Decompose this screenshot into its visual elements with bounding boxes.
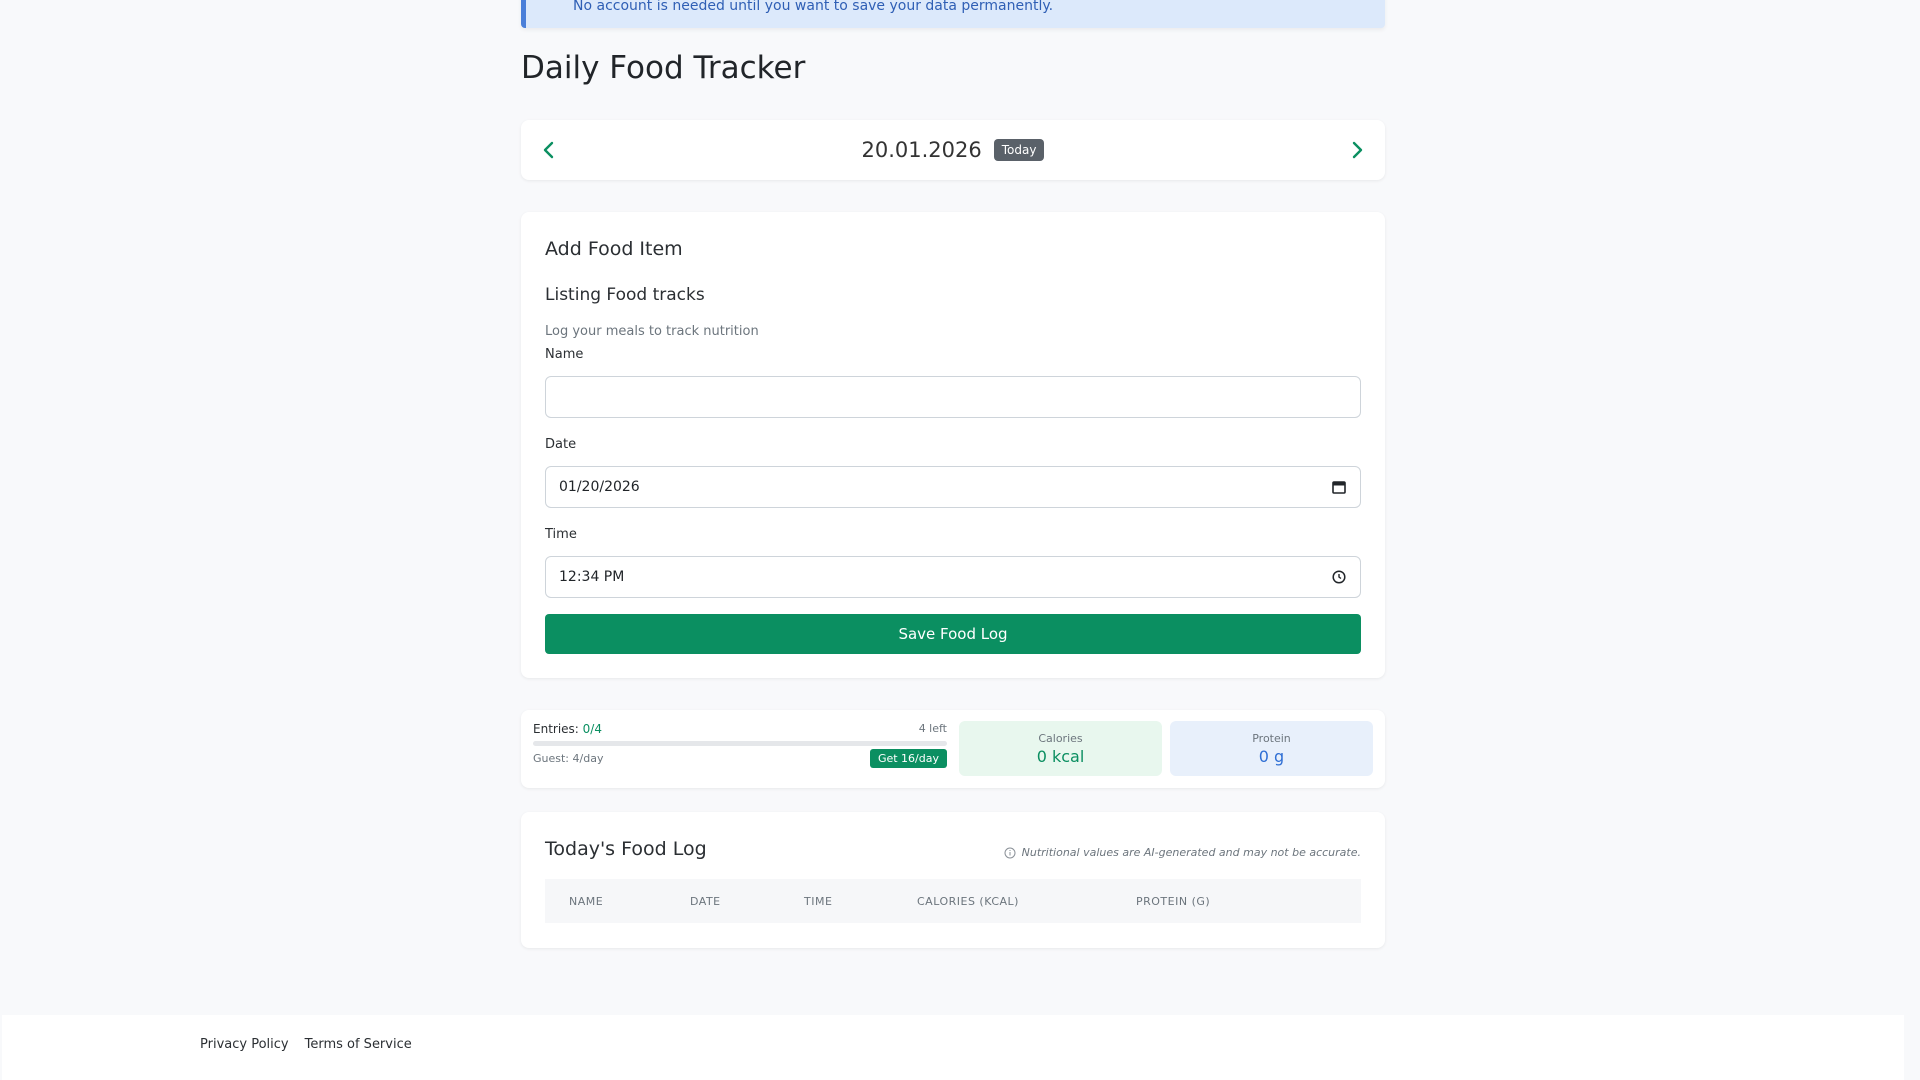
alert-text: No account is needed until you want to s… xyxy=(573,0,1054,14)
date-input[interactable]: 01/20/2026 xyxy=(545,466,1361,508)
protein-summary: Protein 0 g xyxy=(1170,721,1373,776)
date-label: Date xyxy=(545,437,577,452)
date-display: 20.01.2026 Today xyxy=(521,120,1385,180)
privacy-policy-link[interactable]: Privacy Policy xyxy=(200,1037,289,1052)
upgrade-button[interactable]: Get 16/day xyxy=(869,749,947,768)
daily-stats: Entries: 0/4 4 left Guest: 4/day Get 16/… xyxy=(521,710,1385,788)
column-header-protein[interactable]: PROTEIN (G) xyxy=(1136,895,1210,908)
clock-icon[interactable] xyxy=(1331,569,1347,585)
terms-of-service-link[interactable]: Terms of Service xyxy=(305,1037,412,1052)
save-food-log-button[interactable]: Save Food Log xyxy=(545,614,1361,654)
calories-label: Calories xyxy=(1038,731,1083,745)
food-log: Today's Food Log Nutritional values are … xyxy=(521,812,1385,948)
page-title: Daily Food Tracker xyxy=(521,50,806,86)
column-header-calories[interactable]: CALORIES (KCAL) xyxy=(917,895,1019,908)
protein-value: 0 g xyxy=(1258,746,1285,766)
entries-usage: Entries: 0/4 4 left Guest: 4/day Get 16/… xyxy=(533,722,947,768)
calendar-icon[interactable] xyxy=(1331,479,1347,495)
add-food-form: Add Food Item Listing Food tracks Log yo… xyxy=(521,212,1385,678)
entries-info: Entries: 0/4 xyxy=(533,722,602,736)
entries-row: Entries: 0/4 4 left xyxy=(533,722,947,736)
chevron-left-icon xyxy=(543,141,554,159)
footer: Privacy Policy Terms of Service xyxy=(2,1015,1904,1080)
time-input-value: 12:34 PM xyxy=(559,569,625,585)
time-label: Time xyxy=(545,527,577,542)
guest-limit: Guest: 4/day xyxy=(533,752,604,765)
food-log-title: Today's Food Log xyxy=(545,838,707,860)
column-header-name[interactable]: NAME xyxy=(569,895,603,908)
today-badge: Today xyxy=(993,139,1045,161)
ai-disclaimer: Nutritional values are AI-generated and … xyxy=(1004,846,1361,859)
previous-day-button[interactable] xyxy=(534,135,564,165)
form-heading: Add Food Item xyxy=(545,238,683,260)
disclaimer-text: Nutritional values are AI-generated and … xyxy=(1021,846,1361,859)
info-icon xyxy=(1004,847,1016,858)
current-date: 20.01.2026 xyxy=(861,138,982,162)
date-navigator: 20.01.2026 Today xyxy=(521,120,1385,180)
column-header-date[interactable]: DATE xyxy=(690,895,721,908)
footer-links: Privacy Policy Terms of Service xyxy=(200,1037,412,1052)
entries-label: Entries: xyxy=(533,722,579,736)
food-log-table-header: NAME DATE TIME CALORIES (KCAL) PROTEIN (… xyxy=(545,879,1361,923)
entries-count: 0/4 xyxy=(582,722,602,736)
name-input[interactable] xyxy=(545,376,1361,418)
entries-limit-row: Guest: 4/day Get 16/day xyxy=(533,749,947,768)
date-input-value: 01/20/2026 xyxy=(559,479,640,495)
name-label: Name xyxy=(545,347,584,362)
calories-value: 0 kcal xyxy=(1036,746,1085,766)
time-input[interactable]: 12:34 PM xyxy=(545,556,1361,598)
next-day-button[interactable] xyxy=(1342,135,1372,165)
column-header-time[interactable]: TIME xyxy=(804,895,832,908)
entries-progress-bar xyxy=(533,741,947,746)
calories-summary: Calories 0 kcal xyxy=(959,721,1162,776)
entries-left: 4 left xyxy=(918,722,947,735)
protein-label: Protein xyxy=(1252,731,1291,745)
chevron-right-icon xyxy=(1352,141,1363,159)
form-description: Log your meals to track nutrition xyxy=(545,324,759,339)
form-subheading: Listing Food tracks xyxy=(545,285,705,305)
info-alert: No account is needed until you want to s… xyxy=(521,0,1385,28)
